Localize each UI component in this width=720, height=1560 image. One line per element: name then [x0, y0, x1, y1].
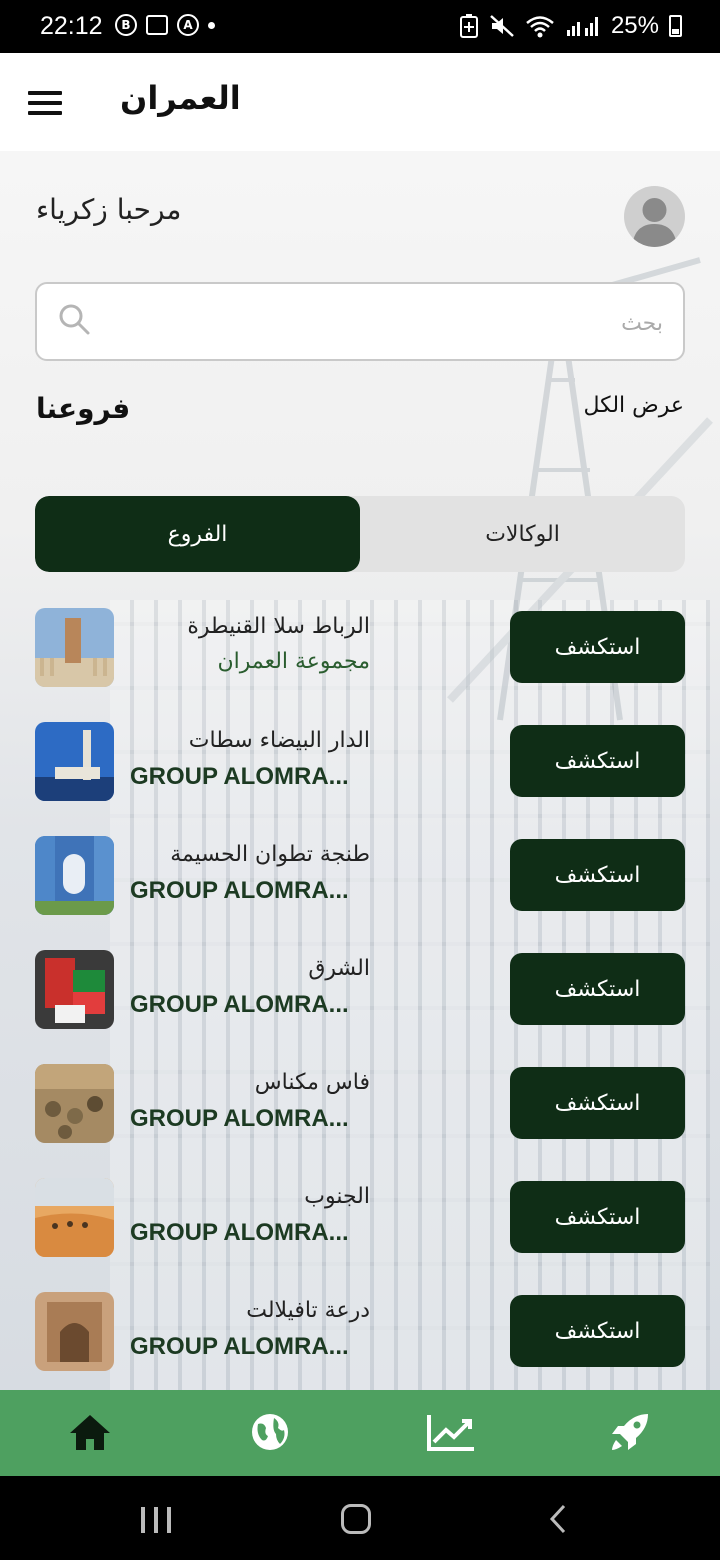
explore-button[interactable]: استكشف: [510, 611, 685, 683]
list-item: الجنوب GROUP ALOMRA... استكشف: [0, 1164, 720, 1278]
status-time: 22:12: [40, 12, 103, 40]
branch-region: درعة تافيلالت: [246, 1298, 370, 1323]
branch-group: مجموعة العمران: [217, 649, 370, 674]
branch-thumbnail: [35, 836, 114, 915]
branch-region: فاس مكناس: [254, 1070, 370, 1095]
mute-icon: [490, 15, 514, 37]
list-item: الدار البيضاء سطات GROUP ALOMRA... استكش…: [0, 708, 720, 822]
status-right: 25%: [459, 12, 682, 40]
avatar[interactable]: [624, 186, 685, 247]
branch-thumbnail: [35, 950, 114, 1029]
list-item: طنجة تطوان الحسيمة GROUP ALOMRA... استكش…: [0, 822, 720, 936]
explore-button[interactable]: استكشف: [510, 1295, 685, 1367]
home-button-icon[interactable]: [341, 1504, 371, 1534]
explore-button[interactable]: استكشف: [510, 725, 685, 797]
search-icon: [59, 304, 90, 335]
search-input[interactable]: [117, 298, 665, 348]
branch-region: الرباط سلا القنيطرة: [187, 614, 370, 639]
branch-group: GROUP ALOMRA...: [130, 763, 349, 790]
explore-button[interactable]: استكشف: [510, 1067, 685, 1139]
page-title: العمران: [120, 79, 241, 117]
explore-button[interactable]: استكشف: [510, 953, 685, 1025]
branch-group: GROUP ALOMRA...: [130, 1219, 349, 1246]
section-title: فروعنا: [36, 392, 131, 425]
branch-region: الدار البيضاء سطات: [188, 728, 370, 753]
list-item: الشرق GROUP ALOMRA... استكشف: [0, 936, 720, 1050]
system-nav-bar: [0, 1476, 720, 1560]
home-icon[interactable]: [68, 1410, 112, 1454]
b-circle-icon: B: [115, 14, 137, 36]
branch-thumbnail: [35, 722, 114, 801]
branch-thumbnail: [35, 1178, 114, 1257]
search-box[interactable]: [35, 282, 685, 361]
greeting-text: مرحبا زكرياء: [36, 193, 182, 226]
status-notifications: B A: [115, 14, 215, 36]
battery-percent: 25%: [610, 12, 659, 39]
branches-agencies-toggle: الفروع الوكالات: [35, 496, 685, 572]
image-icon: [146, 15, 168, 35]
user-icon: [632, 198, 677, 247]
branch-group: GROUP ALOMRA...: [130, 991, 349, 1018]
wifi-icon: [526, 16, 554, 38]
tab-branches[interactable]: الفروع: [35, 496, 360, 572]
signal-icon: [566, 17, 598, 36]
chart-icon[interactable]: [426, 1410, 476, 1454]
status-bar: 22:12 B A 25%: [0, 0, 720, 53]
branch-group: GROUP ALOMRA...: [130, 877, 349, 904]
branch-thumbnail: [35, 1064, 114, 1143]
recent-apps-icon[interactable]: [141, 1507, 171, 1533]
battery-saver-icon: [459, 14, 478, 38]
branch-thumbnail: [35, 608, 114, 687]
battery-icon: [669, 15, 682, 37]
branch-group: GROUP ALOMRA...: [130, 1333, 349, 1360]
branch-group: GROUP ALOMRA...: [130, 1105, 349, 1132]
branch-thumbnail: [35, 1292, 114, 1371]
explore-button[interactable]: استكشف: [510, 839, 685, 911]
app-bar: العمران: [0, 53, 720, 151]
globe-icon[interactable]: [248, 1410, 292, 1454]
a-circle-icon: A: [177, 14, 199, 36]
rocket-icon[interactable]: [608, 1410, 652, 1454]
back-icon[interactable]: [548, 1504, 568, 1534]
dot-icon: [208, 21, 215, 29]
explore-button[interactable]: استكشف: [510, 1181, 685, 1253]
list-item: الرباط سلا القنيطرة مجموعة العمران استكش…: [0, 594, 720, 708]
view-all-link[interactable]: عرض الكل: [584, 393, 684, 418]
hamburger-icon[interactable]: [28, 91, 62, 115]
branch-region: الشرق: [308, 956, 370, 981]
list-item: درعة تافيلالت GROUP ALOMRA... استكشف: [0, 1278, 720, 1392]
branch-region: طنجة تطوان الحسيمة: [170, 842, 370, 867]
tab-agencies[interactable]: الوكالات: [360, 496, 685, 572]
bottom-nav: [0, 1390, 720, 1476]
branch-region: الجنوب: [304, 1184, 370, 1209]
list-item: فاس مكناس GROUP ALOMRA... استكشف: [0, 1050, 720, 1164]
